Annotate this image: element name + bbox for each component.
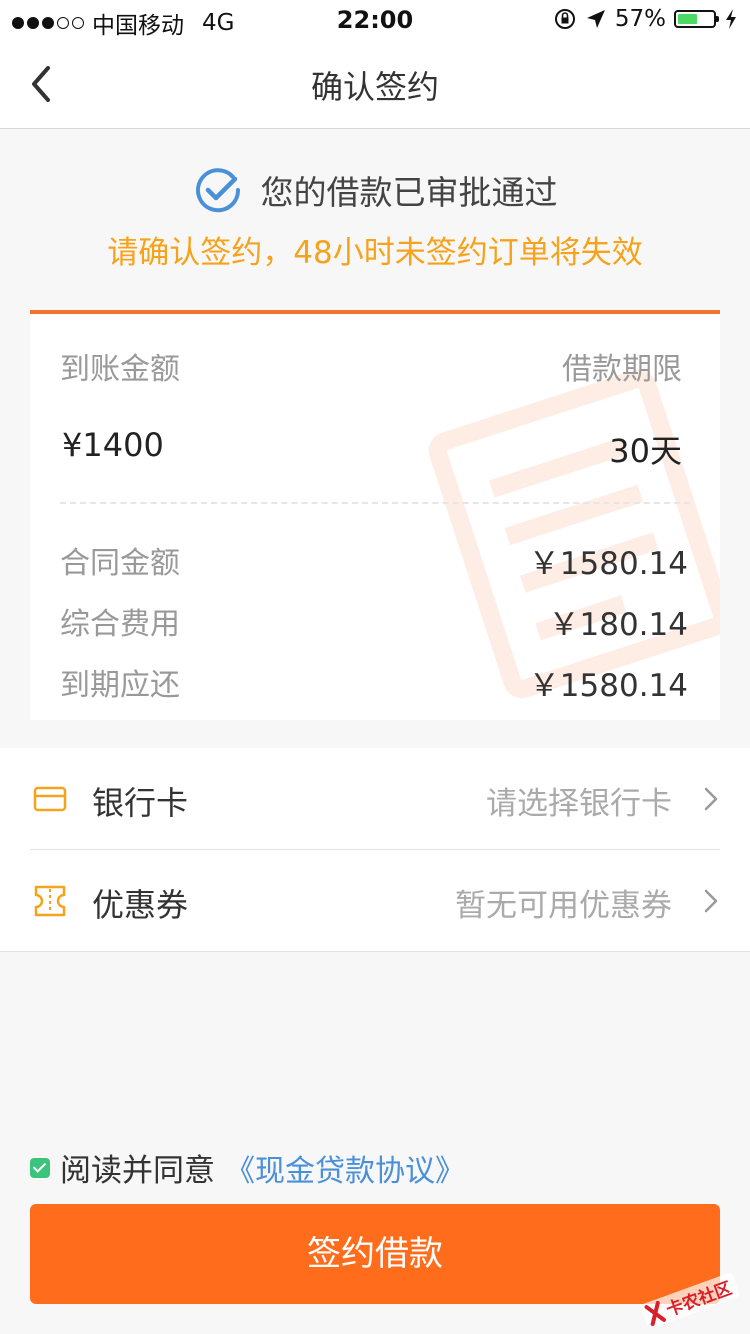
bank-card-value: 请选择银行卡	[486, 786, 672, 822]
status-bar: 中国移动 4G 22:00 57%	[0, 0, 750, 42]
charging-bolt-icon	[726, 9, 736, 29]
status-right: 57%	[553, 6, 738, 32]
loan-term-label: 借款期限	[562, 352, 682, 387]
nav-bar: 确认签约	[0, 42, 750, 129]
coupon-row[interactable]: 优惠券 暂无可用优惠券	[0, 850, 750, 951]
contract-amount-value: ￥1580.14	[528, 546, 688, 582]
rotation-lock-icon	[554, 9, 575, 29]
expiry-warning: 请确认签约，48小时未签约订单将失效	[107, 235, 643, 271]
due-amount-label: 到期应还	[60, 668, 180, 703]
page-title: 确认签约	[310, 68, 439, 106]
total-fee-label: 综合费用	[60, 607, 180, 642]
loan-agreement-link[interactable]: 《现金贷款协议》	[225, 1146, 465, 1190]
coupon-value: 暂无可用优惠券	[455, 888, 672, 924]
forum-watermark-logo: 卡农社区	[640, 1272, 740, 1326]
approval-message: 您的借款已审批通过	[260, 173, 558, 212]
agreement-checkbox[interactable]	[30, 1157, 50, 1178]
bank-card-label: 银行卡	[92, 784, 189, 822]
loan-term-value: 30天	[609, 432, 682, 470]
coupon-icon	[34, 885, 66, 917]
bank-card-icon	[33, 786, 67, 812]
sign-loan-button[interactable]: 签约借款	[30, 1204, 720, 1304]
approval-banner: 您的借款已审批通过 请确认签约，48小时未签约订单将失效	[0, 129, 750, 299]
bank-card-row[interactable]: 银行卡 请选择银行卡	[0, 748, 750, 849]
options-list: 银行卡 请选择银行卡 优惠券 暂无可用优惠券	[0, 748, 750, 952]
due-amount-value: ￥1580.14	[528, 668, 688, 704]
chevron-right-icon	[704, 889, 718, 913]
agreement-text: 阅读并同意	[60, 1153, 215, 1189]
location-arrow-icon	[586, 10, 605, 28]
dashed-divider	[60, 502, 690, 504]
agreement-row: 阅读并同意 《现金贷款协议》	[30, 1145, 465, 1190]
received-amount-value: ¥1400	[62, 426, 164, 464]
battery-percent: 57%	[614, 6, 666, 32]
total-fee-value: ￥180.14	[548, 607, 688, 643]
coupon-label: 优惠券	[92, 886, 189, 924]
approved-check-icon	[195, 168, 240, 213]
received-amount-label: 到账金额	[60, 352, 180, 387]
battery-icon	[674, 10, 719, 28]
loan-summary-card: 到账金额 借款期限 ¥1400 30天 合同金额 ￥1580.14 综合费用 ￥…	[30, 310, 720, 720]
chevron-right-icon	[704, 787, 718, 811]
contract-amount-label: 合同金额	[60, 546, 180, 581]
